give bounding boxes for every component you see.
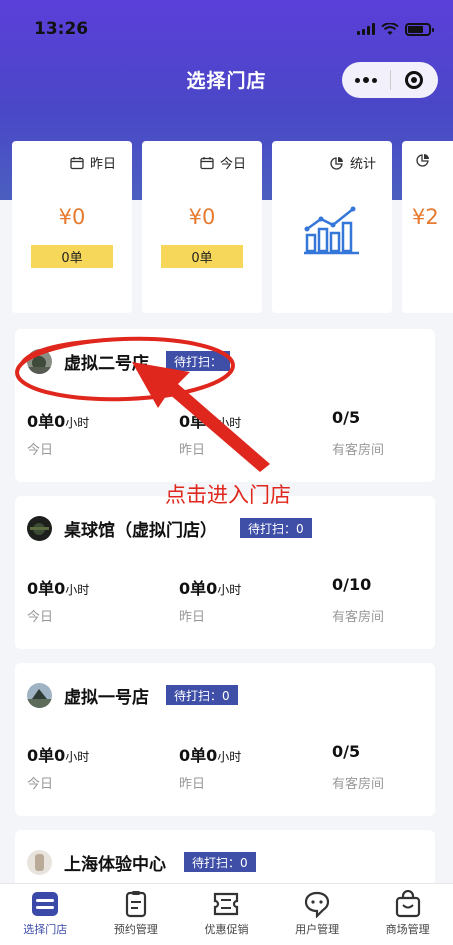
rooms-label: 有客房间 xyxy=(332,610,385,625)
stat-label-text: 昨日 xyxy=(89,157,116,172)
stats-row: 昨日 ¥0 0单 今日 ¥0 0单 统计 ¥2 xyxy=(12,141,453,313)
clipboard-icon xyxy=(125,891,146,918)
pending-cleaning-badge: 待打扫：0 xyxy=(166,685,238,705)
more-menu-icon[interactable] xyxy=(342,77,390,83)
metric-value: 0单0 xyxy=(27,412,66,431)
stat-amount: ¥0 xyxy=(58,205,86,229)
metric-value: 0单0 xyxy=(179,579,218,598)
tab-bar: 选择门店 预约管理 优惠促销 用户管理 商场管理 xyxy=(0,883,453,945)
tab-users[interactable]: 用户管理 xyxy=(272,884,363,945)
store-card-2[interactable]: 桌球馆（虚拟门店） 待打扫：0 0单0小时 0单0小时 0/10 今日 昨日 有… xyxy=(15,496,435,649)
tab-label: 预约管理 xyxy=(113,923,158,936)
pie-chart-icon xyxy=(416,154,429,167)
bar-chart-icon xyxy=(304,206,359,255)
store-icon xyxy=(32,892,59,916)
rooms-label: 有客房间 xyxy=(332,777,385,792)
tab-label: 优惠促销 xyxy=(204,923,249,936)
yesterday-metric: 0单0小时 xyxy=(179,742,241,766)
today-label: 今日 xyxy=(27,443,54,458)
today-metric: 0单0小时 xyxy=(27,575,89,599)
metric-value: 0单0 xyxy=(27,579,66,598)
signal-icon xyxy=(357,23,375,35)
stat-amount: ¥0 xyxy=(188,205,216,229)
stat-orders: 0单 xyxy=(161,245,243,268)
metric-value: 0单0 xyxy=(27,746,66,765)
wifi-icon xyxy=(381,22,399,35)
pending-cleaning-badge: 待打扫：0 xyxy=(184,852,256,872)
rooms-metric: 0/5 xyxy=(332,742,361,761)
tab-label: 用户管理 xyxy=(295,923,340,936)
metric-unit: 小时 xyxy=(217,750,242,764)
yesterday-label: 昨日 xyxy=(179,777,206,792)
store-avatar xyxy=(27,516,52,541)
yesterday-metric: 0单0小时 xyxy=(179,575,241,599)
pending-cleaning-badge: 待打扫：0 xyxy=(240,518,312,538)
stat-label xyxy=(416,153,430,167)
metric-unit: 小时 xyxy=(65,583,90,597)
tab-mall[interactable]: 商场管理 xyxy=(362,884,453,945)
tab-reservation[interactable]: 预约管理 xyxy=(91,884,182,945)
today-label: 今日 xyxy=(27,610,54,625)
battery-icon xyxy=(405,22,434,36)
stat-card-statistics[interactable]: 统计 xyxy=(272,141,392,313)
today-metric: 0单0小时 xyxy=(27,742,89,766)
store-avatar xyxy=(27,850,52,875)
tab-select-store[interactable]: 选择门店 xyxy=(0,884,91,945)
store-card-3[interactable]: 虚拟一号店 待打扫：0 0单0小时 0单0小时 0/5 今日 昨日 有客房间 xyxy=(15,663,435,816)
status-time: 13:26 xyxy=(34,19,89,39)
annotation-arrow xyxy=(132,362,270,472)
metric-unit: 小时 xyxy=(65,750,90,764)
stat-label-text: 今日 xyxy=(219,157,246,172)
metric-value: 0单0 xyxy=(179,746,218,765)
user-chat-icon xyxy=(304,891,330,918)
stat-label: 今日 xyxy=(200,153,246,172)
calendar-icon xyxy=(70,156,84,169)
tab-label: 选择门店 xyxy=(23,923,68,936)
stat-label-text: 统计 xyxy=(349,157,376,172)
shopping-bag-icon xyxy=(395,890,420,918)
rooms-metric: 0/10 xyxy=(332,575,372,594)
status-icons xyxy=(357,22,434,36)
tab-label: 商场管理 xyxy=(385,923,430,936)
metric-unit: 小时 xyxy=(65,416,90,430)
rooms-label: 有客房间 xyxy=(332,443,385,458)
pie-chart-icon xyxy=(330,156,343,170)
store-avatar xyxy=(27,683,52,708)
store-name: 上海体验中心 xyxy=(64,855,166,875)
stat-orders: 0单 xyxy=(31,245,113,268)
coupon-icon xyxy=(214,892,239,916)
stat-label: 昨日 xyxy=(70,153,116,172)
today-metric: 0单0小时 xyxy=(27,408,89,432)
rooms-metric: 0/5 xyxy=(332,408,361,427)
yesterday-label: 昨日 xyxy=(179,610,206,625)
close-miniprogram-icon[interactable] xyxy=(391,71,439,89)
stat-amount: ¥2 xyxy=(412,205,439,229)
store-name: 桌球馆（虚拟门店） xyxy=(64,521,217,541)
miniprogram-capsule xyxy=(342,62,438,98)
stat-label: 统计 xyxy=(330,153,376,172)
status-bar: 13:26 xyxy=(34,18,434,40)
calendar-icon xyxy=(200,156,214,169)
today-label: 今日 xyxy=(27,777,54,792)
stat-card-yesterday[interactable]: 昨日 ¥0 0单 xyxy=(12,141,132,313)
annotation-text: 点击进入门店 xyxy=(165,483,291,507)
stat-card-today[interactable]: 今日 ¥0 0单 xyxy=(142,141,262,313)
stat-card-partial[interactable]: ¥2 xyxy=(402,141,453,313)
store-name: 虚拟一号店 xyxy=(64,688,149,708)
tab-promotions[interactable]: 优惠促销 xyxy=(181,884,272,945)
metric-unit: 小时 xyxy=(217,583,242,597)
